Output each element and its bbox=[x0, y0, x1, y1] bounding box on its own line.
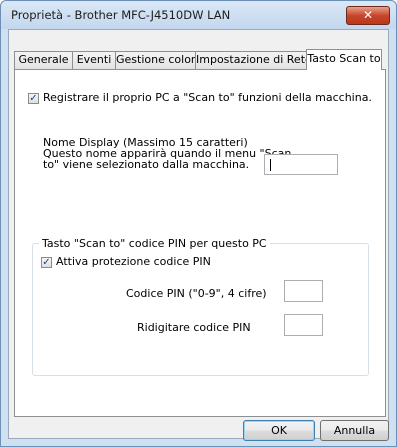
register-label: Registrare il proprio PC a "Scan to" fun… bbox=[43, 91, 372, 104]
display-name-input[interactable] bbox=[264, 154, 338, 175]
pin-protection-checkbox[interactable]: ✓ bbox=[41, 257, 52, 268]
tab-gestione-colori[interactable]: Gestione colori bbox=[115, 51, 199, 69]
ok-button[interactable]: OK bbox=[243, 420, 315, 441]
register-checkbox[interactable]: ✓ bbox=[28, 93, 39, 104]
pin-code-input[interactable] bbox=[284, 280, 323, 302]
pin-protection-label: Attiva protezione codice PIN bbox=[56, 255, 211, 268]
retype-pin-input[interactable] bbox=[284, 314, 323, 336]
close-icon[interactable]: ✕ bbox=[346, 6, 390, 25]
tab-tasto-scan-to[interactable]: Tasto Scan to bbox=[306, 49, 382, 70]
window-title: Proprietà - Brother MFC-J4510DW LAN bbox=[11, 8, 231, 22]
tab-panel-scan-to: ✓ Registrare il proprio PC a "Scan to" f… bbox=[14, 69, 386, 417]
display-name-desc-line2: to" viene selezionato dalla macchina. bbox=[43, 158, 250, 171]
properties-dialog: Proprietà - Brother MFC-J4510DW LAN ✕ Ge… bbox=[0, 0, 397, 447]
tab-eventi[interactable]: Eventi bbox=[72, 51, 116, 69]
tab-generale[interactable]: Generale bbox=[14, 51, 73, 69]
dialog-body: Generale Eventi Gestione colori Impostaz… bbox=[8, 29, 389, 441]
pin-code-label: Codice PIN ("0-9", 4 cifre) bbox=[126, 287, 267, 300]
pin-group-title: Tasto "Scan to" codice PIN per questo PC bbox=[39, 237, 270, 250]
retype-pin-label: Ridigitare codice PIN bbox=[137, 321, 251, 334]
cancel-button[interactable]: Annulla bbox=[320, 420, 389, 441]
tab-impostazione-di-rete[interactable]: Impostazione di Rete bbox=[195, 51, 312, 69]
pin-group-box: Tasto "Scan to" codice PIN per questo PC… bbox=[32, 237, 369, 376]
title-bar[interactable]: Proprietà - Brother MFC-J4510DW LAN ✕ bbox=[1, 1, 396, 29]
text-caret bbox=[270, 159, 271, 171]
